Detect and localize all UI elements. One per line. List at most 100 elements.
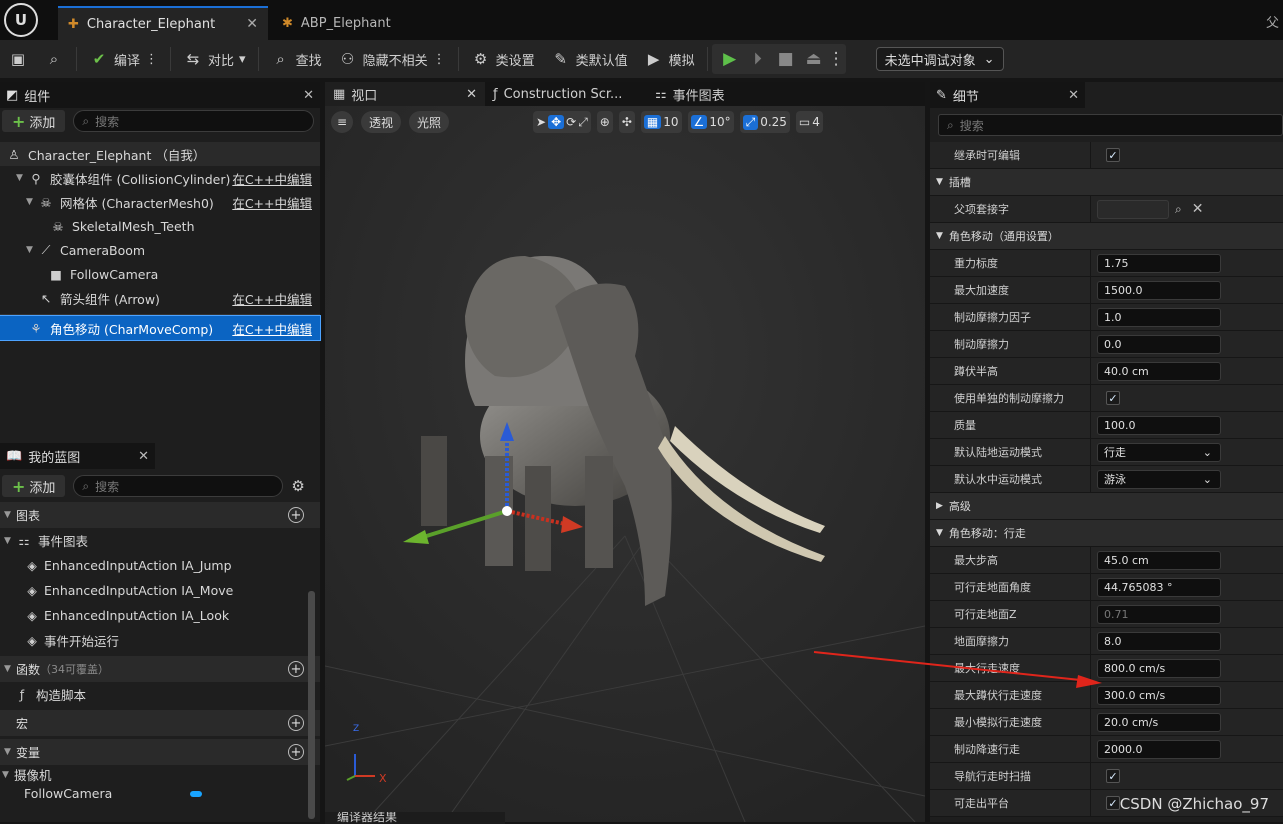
more-options-icon[interactable]: ⋮ (433, 52, 446, 67)
scale-snap-button[interactable]: ⤢ 0.25 (739, 111, 790, 133)
event-graph-item[interactable]: ▼ ⚏ 事件图表 (0, 528, 320, 553)
translate-icon[interactable]: ✥ (548, 115, 565, 129)
simulate-button[interactable]: ▶ 模拟 (636, 43, 703, 75)
number-input[interactable]: 0.0 (1097, 334, 1221, 354)
expand-icon[interactable]: ▼ (4, 510, 16, 520)
checkbox[interactable]: ✓ (1106, 148, 1120, 162)
checkbox[interactable]: ✓ (1106, 391, 1120, 405)
select-input[interactable]: 游泳 ⌄ (1097, 469, 1221, 489)
stop-icon[interactable]: ■ (772, 49, 800, 69)
expand-icon[interactable]: ▼ (4, 747, 16, 757)
number-input[interactable]: 800.0 cm/s (1097, 658, 1221, 678)
expand-icon[interactable]: ▼ (16, 173, 28, 183)
category-advanced[interactable]: ▶ 高级 (930, 493, 1283, 520)
number-input[interactable]: 45.0 cm (1097, 550, 1221, 570)
graphs-section[interactable]: ▼ 图表 + (0, 502, 320, 528)
surface-snap-icon[interactable]: ✣ (622, 115, 632, 129)
world-icon[interactable]: ⊕ (600, 115, 610, 129)
construction-script-item[interactable]: ƒ 构造脚本 (0, 682, 320, 707)
viewport-scene[interactable] (325, 106, 925, 822)
category-character-movement-general[interactable]: ▼ 角色移动（通用设置） (930, 223, 1283, 250)
edit-in-cpp-link[interactable]: 在C++中编辑 (232, 319, 312, 338)
find-button[interactable]: ⌕ 查找 (263, 43, 330, 75)
tab-viewport[interactable]: ▦ 视口 ✕ (325, 82, 485, 106)
lighting-button[interactable]: 光照 (409, 111, 450, 133)
close-icon[interactable]: ✕ (246, 16, 258, 32)
components-search-input[interactable]: ⌕ 搜索 (73, 110, 314, 132)
clear-icon[interactable]: ✕ (1192, 201, 1204, 217)
play-icon[interactable]: ▶ (716, 49, 744, 69)
scale-icon[interactable]: ⤢ (578, 115, 588, 130)
number-input[interactable]: 20.0 cm/s (1097, 712, 1221, 732)
event-item-jump[interactable]: ◈ EnhancedInputAction IA_Jump (0, 553, 320, 578)
add-function-icon[interactable]: + (288, 661, 304, 677)
parent-class-label[interactable]: 父 (1266, 12, 1279, 31)
variable-item-followcamera[interactable]: FollowCamera (0, 784, 320, 803)
category-sockets[interactable]: ▼ 插槽 (930, 169, 1283, 196)
expand-icon[interactable]: ▼ (26, 197, 38, 207)
component-charmovement[interactable]: ⚘ 角色移动 (CharMoveComp) 在C++中编辑 (0, 315, 321, 341)
save-button[interactable]: ▣ (0, 43, 36, 75)
component-cameraboom[interactable]: ▼ ⟋ CameraBoom (0, 238, 320, 262)
close-icon[interactable]: ✕ (466, 87, 477, 102)
rotation-snap-button[interactable]: ∠ 10° (687, 111, 734, 133)
checkbox[interactable]: ✓ (1106, 769, 1120, 783)
compiler-results-tab[interactable]: 编译器结果 (325, 812, 505, 824)
scrollbar[interactable] (308, 591, 315, 819)
edit-in-cpp-link[interactable]: 在C++中编辑 (232, 193, 312, 212)
close-icon[interactable]: ✕ (138, 449, 149, 464)
eject-icon[interactable]: ⏏ (800, 49, 828, 69)
number-input[interactable]: 40.0 cm (1097, 361, 1221, 381)
add-button[interactable]: + 添加 (2, 475, 66, 497)
variables-section[interactable]: ▼ 变量 + (0, 739, 320, 765)
add-macro-icon[interactable]: + (288, 715, 304, 731)
compile-button[interactable]: ✔ 编译 ⋮ (81, 43, 166, 75)
number-input[interactable]: 44.765083 ° (1097, 577, 1221, 597)
number-input[interactable]: 8.0 (1097, 631, 1221, 651)
step-icon[interactable]: ⏵ (744, 49, 772, 69)
close-icon[interactable]: ✕ (303, 88, 314, 103)
tab-character-elephant[interactable]: ✚ Character_Elephant ✕ (58, 6, 268, 40)
number-input[interactable]: 2000.0 (1097, 739, 1221, 759)
number-input[interactable]: 1500.0 (1097, 280, 1221, 300)
component-self[interactable]: ♙ Character_Elephant （自我） (0, 142, 320, 166)
checkbox[interactable]: ✓ (1106, 796, 1120, 810)
edit-in-cpp-link[interactable]: 在C++中编辑 (232, 169, 312, 188)
expand-icon[interactable]: ▼ (2, 770, 14, 780)
category-character-movement-walking[interactable]: ▼ 角色移动：行走 (930, 520, 1283, 547)
browse-socket-icon[interactable]: ⌕ (1175, 202, 1182, 217)
variable-category-camera[interactable]: ▼ 摄像机 (0, 765, 320, 784)
event-item-move[interactable]: ◈ EnhancedInputAction IA_Move (0, 578, 320, 603)
hide-unrelated-button[interactable]: ⚇ 隐藏不相关 ⋮ (330, 43, 454, 75)
component-teeth[interactable]: ☠ SkeletalMesh_Teeth (0, 214, 320, 238)
tab-event-graph[interactable]: ⚏ 事件图表 (647, 82, 733, 106)
diff-button[interactable]: ⇆ 对比 ▾ (175, 43, 254, 75)
number-input[interactable]: 1.75 (1097, 253, 1221, 273)
add-graph-icon[interactable]: + (288, 507, 304, 523)
socket-input[interactable] (1097, 199, 1169, 219)
tab-construction-script[interactable]: ƒ Construction Scr... (485, 82, 647, 106)
tab-abp-elephant[interactable]: ✱ ABP_Elephant (272, 6, 452, 40)
browse-button[interactable]: ⌕ (36, 43, 72, 75)
macros-section[interactable]: 宏 + (0, 710, 320, 736)
camera-speed-button[interactable]: ▭ 4 (795, 111, 823, 133)
grid-snap-button[interactable]: ▦ 10 (640, 111, 682, 133)
blueprint-search-input[interactable]: ⌕ 搜索 (73, 475, 284, 497)
add-component-button[interactable]: + 添加 (2, 110, 66, 132)
expand-icon[interactable]: ▼ (4, 536, 16, 546)
number-input[interactable]: 300.0 cm/s (1097, 685, 1221, 705)
number-input[interactable]: 100.0 (1097, 415, 1221, 435)
number-input[interactable]: 1.0 (1097, 307, 1221, 327)
event-item-look[interactable]: ◈ EnhancedInputAction IA_Look (0, 603, 320, 628)
component-mesh[interactable]: ▼ ☠ 网格体 (CharacterMesh0) 在C++中编辑 (0, 190, 320, 214)
more-options-icon[interactable]: ⋮ (145, 52, 158, 67)
debug-object-select[interactable]: 未选中调试对象 ⌄ (875, 47, 1004, 71)
gear-icon[interactable]: ⚙ (291, 477, 304, 495)
expand-icon[interactable]: ▼ (4, 664, 16, 674)
unreal-logo-icon[interactable]: U (0, 0, 42, 40)
class-settings-button[interactable]: ⚙ 类设置 (463, 43, 543, 75)
viewport-menu-button[interactable]: ≡ (331, 111, 353, 133)
class-defaults-button[interactable]: ✎ 类默认值 (543, 43, 636, 75)
component-arrow[interactable]: ↖ 箭头组件 (Arrow) 在C++中编辑 (0, 286, 320, 310)
number-input[interactable]: 0.71 (1097, 604, 1221, 624)
